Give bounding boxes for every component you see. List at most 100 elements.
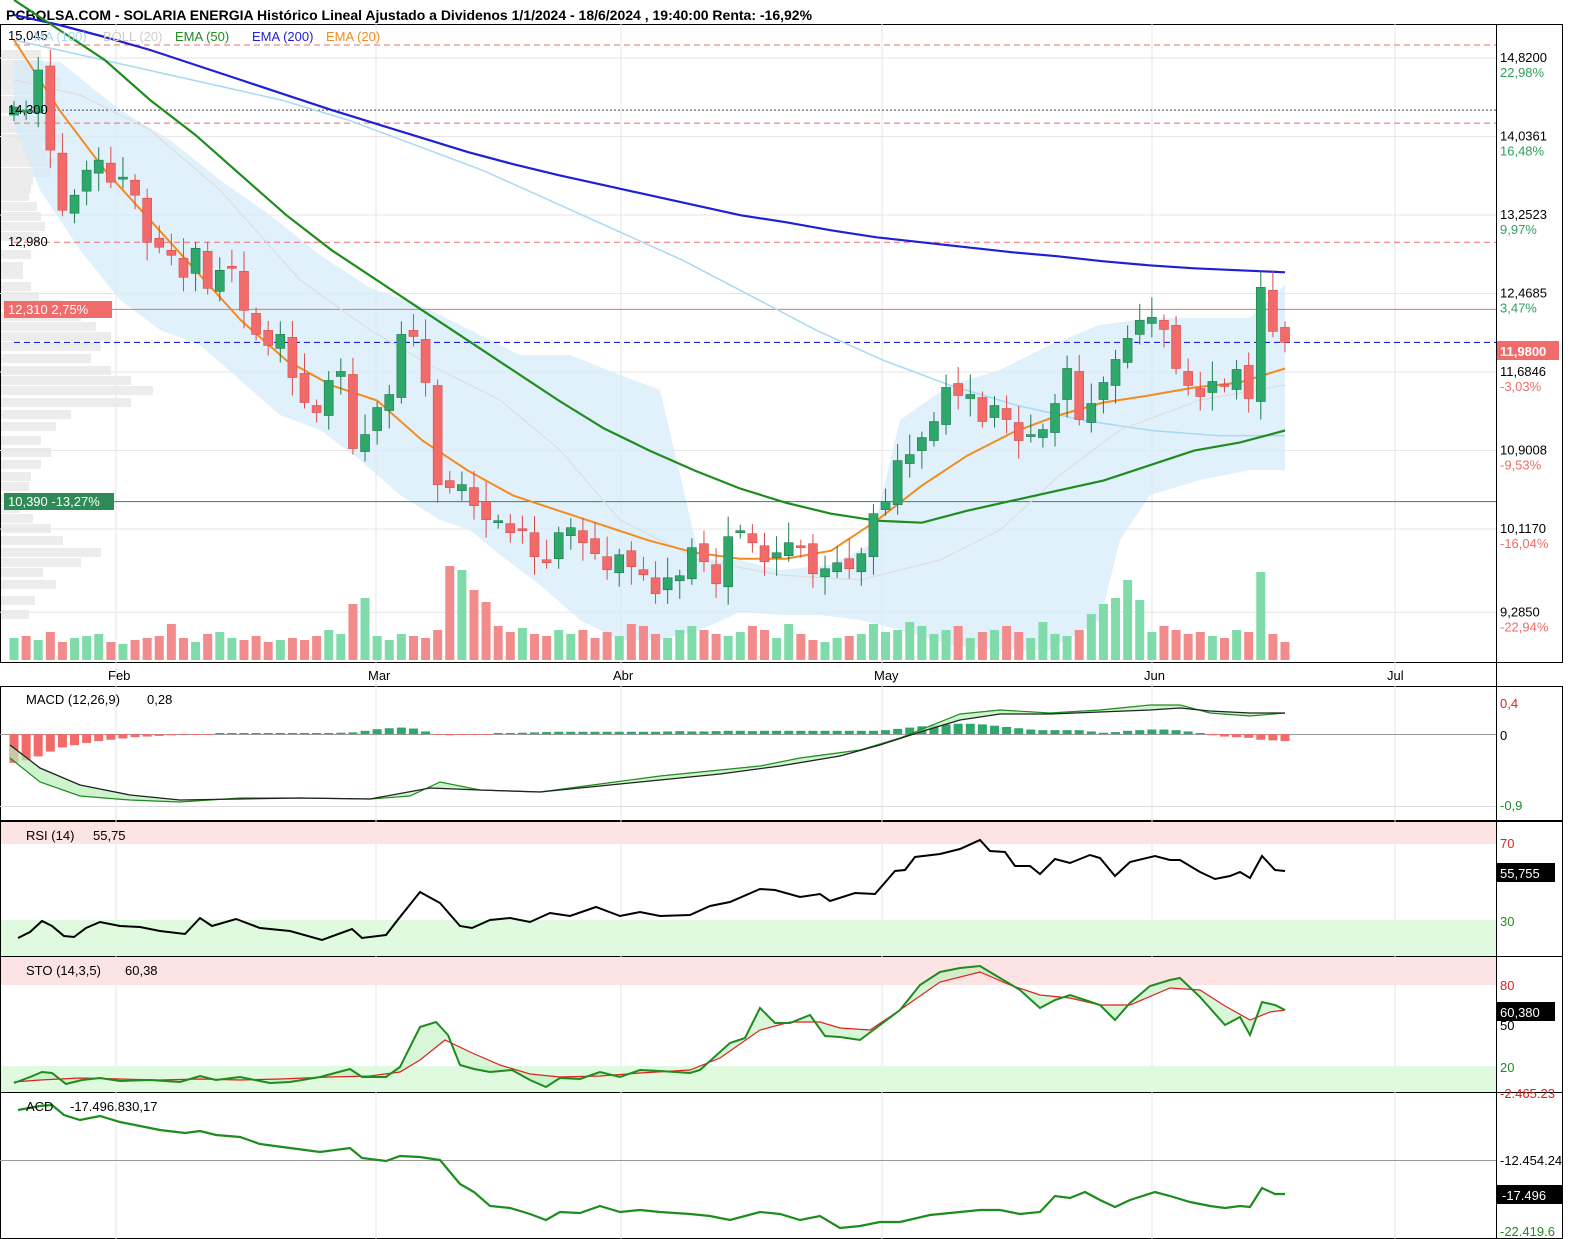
candle-body xyxy=(287,337,298,378)
macd-histogram-bar xyxy=(578,731,588,734)
candle-body xyxy=(832,562,842,573)
month-label: Mar xyxy=(368,668,391,683)
volume-bar xyxy=(772,638,782,660)
volume-bar xyxy=(796,634,806,660)
volume-profile-bar xyxy=(1,386,153,395)
volume-bar xyxy=(408,636,418,660)
volume-bar xyxy=(445,566,455,660)
volume-bar xyxy=(735,632,745,660)
macd-histogram-bar xyxy=(469,734,479,735)
candle-body xyxy=(941,387,951,425)
volume-bar xyxy=(505,632,515,660)
left-label-12980: 12,980 xyxy=(8,234,48,249)
macd-histogram-bar xyxy=(1098,732,1108,734)
macd-histogram-bar xyxy=(251,733,261,734)
macd-histogram-bar xyxy=(1062,730,1072,734)
volume-profile-bar xyxy=(1,548,101,557)
month-label: May xyxy=(874,668,899,683)
volume-bar xyxy=(469,590,479,660)
volume-profile-bar xyxy=(1,472,31,481)
volume-bar xyxy=(881,632,891,660)
legend-ema20: EMA (20) xyxy=(326,29,380,44)
macd-histogram-bar xyxy=(868,730,878,734)
candle-body xyxy=(1195,388,1206,397)
candle-body xyxy=(917,437,927,451)
candle-body xyxy=(856,553,867,573)
macd-histogram-bar xyxy=(57,734,67,748)
candle-body xyxy=(1183,371,1193,386)
volume-bar xyxy=(808,640,818,660)
macd-histogram-bar xyxy=(977,724,987,734)
volume-bar xyxy=(638,626,648,660)
candle-body xyxy=(1050,403,1060,433)
macd-histogram-bar xyxy=(1074,730,1084,734)
volume-bar xyxy=(300,640,310,660)
candle-body xyxy=(93,159,104,174)
volume-profile-bar xyxy=(1,410,71,419)
volume-bar xyxy=(917,626,927,660)
volume-bar xyxy=(868,624,878,660)
macd-histogram-bar xyxy=(275,733,285,734)
candle-body xyxy=(771,552,782,559)
candle-body xyxy=(517,528,528,531)
candle-body xyxy=(904,454,915,464)
macd-histogram-bar xyxy=(881,730,891,734)
macd-value: 0,28 xyxy=(147,692,172,707)
candle-body xyxy=(553,532,564,560)
macd-histogram-bar xyxy=(675,731,685,734)
macd-histogram-bar xyxy=(433,734,443,735)
volume-bar xyxy=(1074,630,1084,660)
volume-bar xyxy=(57,642,67,660)
macd-histogram-bar xyxy=(191,734,201,735)
volume-profile-bar xyxy=(1,250,31,259)
candle-body xyxy=(723,536,733,588)
candle-body xyxy=(1013,422,1024,441)
candle-body xyxy=(505,523,516,533)
candle-body xyxy=(81,169,92,192)
rsi-tick-30: 30 xyxy=(1500,914,1514,929)
support-tag: 10,390 -13,27% xyxy=(8,494,100,509)
candle-body xyxy=(929,421,939,441)
rsi-current-tag: 55,755 xyxy=(1500,866,1540,881)
candle-body xyxy=(1147,317,1157,324)
volume-bar xyxy=(154,636,164,660)
candle-body xyxy=(880,501,891,510)
volume-bar xyxy=(1050,634,1060,660)
rsi-value: 55,75 xyxy=(93,828,126,843)
volume-profile-bar xyxy=(1,610,29,619)
volume-bar xyxy=(517,628,527,660)
candle-body xyxy=(1038,429,1048,438)
macd-histogram-bar xyxy=(893,728,903,734)
volume-bar xyxy=(1038,622,1048,660)
candle-body xyxy=(106,162,116,183)
macd-histogram-bar xyxy=(1219,734,1229,737)
volume-bar xyxy=(239,640,249,660)
candle-body xyxy=(408,330,419,337)
volume-bar xyxy=(989,630,999,660)
volume-profile-bar xyxy=(1,332,111,341)
candle-body xyxy=(687,547,697,580)
volume-profile-bar xyxy=(1,262,23,271)
volume-bar xyxy=(554,630,564,660)
volume-bar xyxy=(1268,634,1278,660)
candle-body xyxy=(1219,384,1230,387)
volume-bar xyxy=(1014,632,1024,660)
volume-bar xyxy=(82,636,92,660)
volume-bar xyxy=(33,640,43,660)
candle-body xyxy=(481,501,491,520)
macd-histogram-bar xyxy=(1159,729,1169,734)
macd-label: MACD (12,26,9) xyxy=(26,692,120,707)
candle-body xyxy=(1122,338,1133,363)
macd-histogram-bar xyxy=(348,732,358,734)
macd-histogram-bar xyxy=(263,733,273,734)
candle-body xyxy=(759,545,770,563)
volume-bar xyxy=(166,624,176,660)
candle-body xyxy=(614,554,625,574)
volume-bar xyxy=(784,624,794,660)
volume-bar xyxy=(1207,636,1217,660)
volume-bar xyxy=(142,638,152,660)
candle-body xyxy=(336,371,346,377)
candle-body xyxy=(541,559,552,564)
candle-body xyxy=(1171,325,1181,369)
volume-bar xyxy=(433,630,443,660)
